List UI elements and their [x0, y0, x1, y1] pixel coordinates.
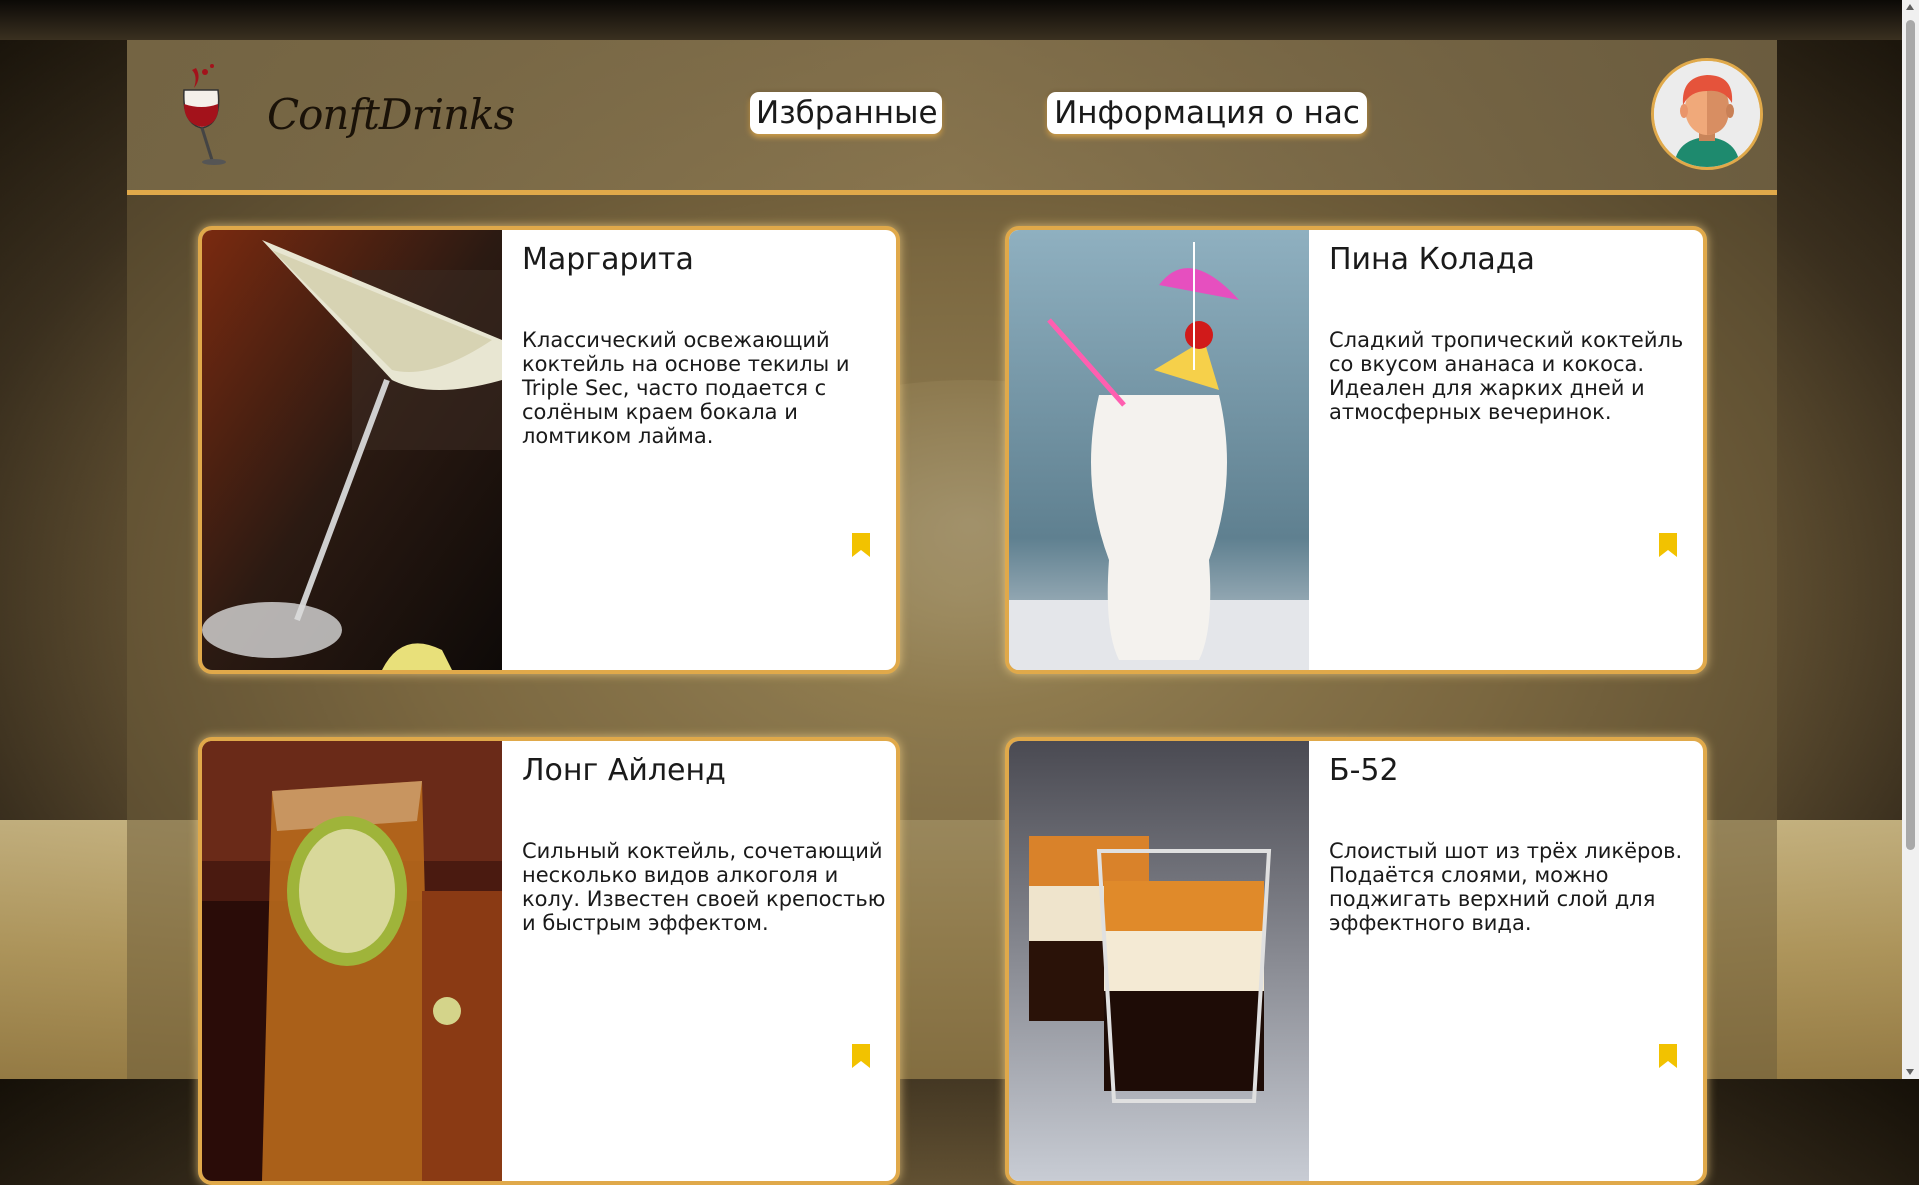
bookmark-icon[interactable]	[852, 533, 870, 557]
card-description: Сильный коктейль, сочетающий несколько в…	[522, 839, 886, 935]
card-description: Слоистый шот из трёх ликёров. Подаётся с…	[1329, 839, 1683, 935]
card-title: Лонг Айленд	[522, 753, 726, 788]
cocktail-card[interactable]: Лонг Айленд Сильный коктейль, сочетающий…	[198, 737, 900, 1185]
avatar[interactable]	[1651, 58, 1763, 170]
bookmark-icon[interactable]	[1659, 533, 1677, 557]
b52-photo	[1009, 741, 1309, 1181]
cocktail-card[interactable]: Пина Колада Сладкий тропический коктейль…	[1005, 226, 1707, 674]
pina-colada-photo	[1009, 230, 1309, 670]
long-island-photo	[202, 741, 502, 1181]
scroll-up-icon[interactable]	[1906, 4, 1914, 10]
main-panel: ConftDrinks Избранные Информация о нас М…	[127, 40, 1777, 1185]
about-button[interactable]: Информация о нас	[1047, 92, 1367, 134]
margarita-photo	[202, 230, 502, 670]
user-avatar-icon	[1654, 61, 1760, 167]
background-top	[0, 0, 1919, 40]
cocktail-card[interactable]: Маргарита Классический освежающий коктей…	[198, 226, 900, 674]
scrollbar[interactable]	[1902, 0, 1919, 1079]
scrollbar-thumb[interactable]	[1906, 20, 1915, 850]
scroll-down-icon[interactable]	[1906, 1069, 1914, 1075]
bookmark-icon[interactable]	[852, 1044, 870, 1068]
logo-text[interactable]: ConftDrinks	[267, 90, 515, 139]
cocktail-card[interactable]: Б-52 Слоистый шот из трёх ликёров. Подаё…	[1005, 737, 1707, 1185]
bookmark-icon[interactable]	[1659, 1044, 1677, 1068]
card-description: Сладкий тропический коктейль со вкусом а…	[1329, 328, 1684, 424]
card-description: Классический освежающий коктейль на осно…	[522, 328, 850, 448]
wine-glass-icon[interactable]	[172, 62, 232, 170]
card-title: Пина Колада	[1329, 242, 1535, 277]
favorites-button[interactable]: Избранные	[750, 92, 942, 134]
card-title: Б-52	[1329, 753, 1399, 788]
header: ConftDrinks Избранные Информация о нас	[127, 40, 1777, 195]
card-title: Маргарита	[522, 242, 694, 277]
